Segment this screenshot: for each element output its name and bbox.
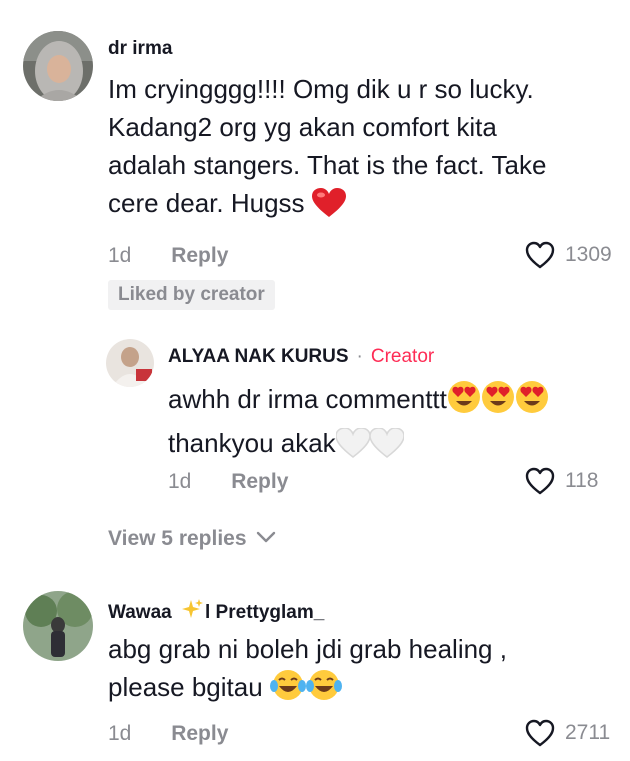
reply-button[interactable]: Reply	[171, 244, 228, 267]
white-heart-emoji-icon	[334, 427, 371, 468]
heart-outline-icon	[525, 241, 555, 269]
heart-eyes-emoji-icon	[447, 380, 481, 424]
like-count: 118	[565, 469, 599, 492]
like-button[interactable]: 2711	[525, 719, 610, 747]
comment-username[interactable]: dr irma	[108, 38, 172, 60]
comment-text-line: Kadang2 org yg akan comfort kita	[108, 112, 497, 142]
comment-text: abg grab ni boleh jdi grab healing , ple…	[108, 630, 618, 712]
reply-date: 1d	[168, 470, 192, 493]
comment-text: Im cryingggg!!!! Omg dik u r so lucky. K…	[108, 70, 618, 228]
view-replies-button[interactable]: View 5 replies	[108, 527, 276, 551]
reply-username-row: ALYAA NAK KURUS · Creator	[168, 346, 434, 368]
tears-of-joy-emoji-icon	[305, 668, 342, 712]
creator-label: Creator	[370, 346, 435, 367]
comment-text-line: please bgitau	[108, 672, 263, 702]
comment-text-line: Im cryingggg!!!! Omg dik u r so lucky.	[108, 74, 534, 104]
comment-username-suffix: l Prettyglam_	[205, 602, 325, 623]
like-button[interactable]: 118	[525, 467, 598, 495]
heart-eyes-emoji-icon	[515, 380, 549, 424]
avatar-alyaa-nak-kurus[interactable]	[106, 339, 154, 387]
comment-username-row: Wawaa l Prettyglam_	[108, 598, 324, 628]
heart-outline-icon	[525, 719, 555, 747]
chevron-down-icon	[257, 531, 276, 543]
comment-text-line: adalah stangers. That is the fact. Take	[108, 150, 547, 180]
comment-text-line: abg grab ni boleh jdi grab healing ,	[108, 634, 507, 664]
like-count: 1309	[565, 243, 612, 266]
avatar-wawaa[interactable]	[23, 591, 93, 661]
liked-by-creator-badge: Liked by creator	[108, 280, 275, 310]
reply-text: awhh dr irma commenttt thankyou akak	[168, 380, 618, 468]
separator-dot: ·	[356, 346, 363, 367]
comment-meta: 1d Reply	[108, 244, 228, 268]
white-heart-emoji-icon	[368, 427, 405, 468]
comment-meta: 1d Reply	[108, 722, 228, 746]
reply-button[interactable]: Reply	[231, 470, 288, 493]
comment-username[interactable]: Wawaa	[108, 602, 172, 623]
red-heart-emoji-icon	[311, 188, 346, 228]
reply-meta: 1d Reply	[168, 470, 288, 494]
reply-button[interactable]: Reply	[171, 722, 228, 745]
comment-date: 1d	[108, 244, 132, 267]
tears-of-joy-emoji-icon	[269, 668, 306, 712]
like-button[interactable]: 1309	[525, 241, 612, 269]
avatar-dr-irma[interactable]	[23, 31, 93, 101]
comment-text-line: cere dear. Hugss	[108, 188, 305, 218]
heart-eyes-emoji-icon	[481, 380, 515, 424]
reply-text-line: awhh dr irma commenttt	[168, 384, 447, 414]
reply-username[interactable]: ALYAA NAK KURUS	[168, 346, 349, 367]
reply-text-line: thankyou akak	[168, 428, 336, 458]
heart-outline-icon	[525, 467, 555, 495]
comment-date: 1d	[108, 722, 132, 745]
sparkles-emoji-icon	[179, 598, 203, 628]
view-replies-label: View 5 replies	[108, 527, 247, 550]
like-count: 2711	[565, 721, 611, 744]
